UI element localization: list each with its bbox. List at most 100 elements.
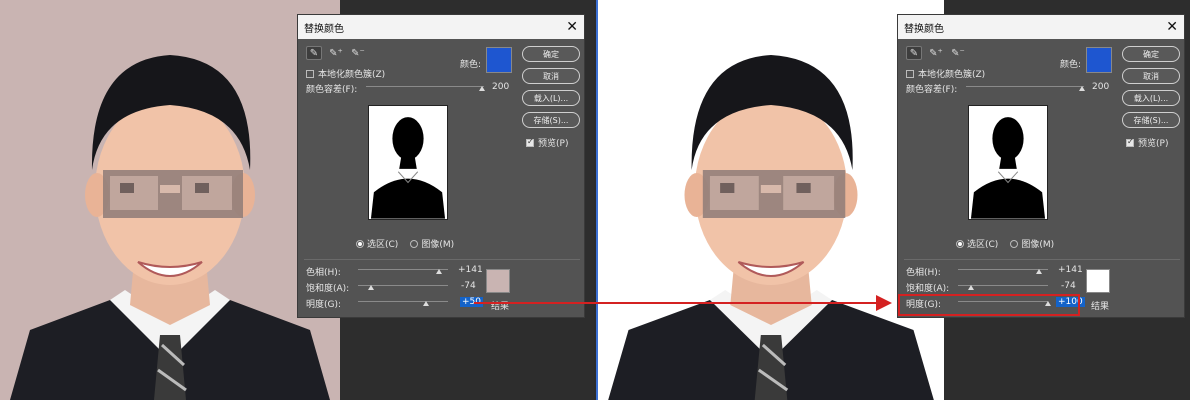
selection-radio-label: 选区(C): [967, 240, 999, 250]
eyedropper-tools: ✎ ✎⁺ ✎⁻: [906, 46, 966, 60]
localized-checkbox[interactable]: [306, 69, 314, 78]
close-icon[interactable]: ✕: [566, 20, 578, 34]
save-button[interactable]: 存储(S)...: [1122, 112, 1180, 128]
hue-value[interactable]: +141: [1058, 265, 1083, 275]
dialog-buttons: 确定 取消 载入(L)... 存储(S)...: [522, 46, 580, 128]
dialog-titlebar: 替换颜色 ✕: [898, 15, 1184, 39]
screenshot: 替换颜色 ✕ ✎ ✎⁺ ✎⁻ 本地化颜色簇(Z) 颜色: 颜色容差(F): 20…: [0, 0, 1190, 400]
lightness-label: 明度(G):: [306, 300, 342, 310]
color-label: 颜色:: [460, 60, 482, 70]
preview-mode: 选区(C) 图像(M): [356, 237, 454, 250]
hue-slider-track[interactable]: [958, 269, 1048, 270]
load-button[interactable]: 载入(L)...: [522, 90, 580, 106]
lightness-highlight-box: [898, 294, 1080, 316]
hue-slider-thumb[interactable]: [1036, 269, 1042, 274]
portrait-illustration: [0, 0, 340, 400]
saturation-value[interactable]: -74: [1061, 281, 1076, 291]
portrait-illustration: [598, 0, 944, 400]
eyedropper-icon[interactable]: ✎: [306, 46, 322, 60]
selection-radio-dot[interactable]: [356, 239, 364, 248]
target-color-swatch[interactable]: [1086, 47, 1112, 73]
dialog-title: 替换颜色: [304, 23, 344, 35]
selection-preview: [368, 105, 448, 220]
saturation-slider-thumb[interactable]: [968, 285, 974, 290]
fuzziness-slider-track[interactable]: [366, 86, 484, 87]
fuzziness-slider-thumb[interactable]: [1079, 86, 1085, 91]
fuzziness-label: 颜色容差(F):: [306, 85, 358, 95]
save-button[interactable]: 存储(S)...: [522, 112, 580, 128]
eyedropper-plus-icon[interactable]: ✎⁺: [328, 46, 344, 60]
image-radio-dot[interactable]: [1010, 239, 1019, 248]
selection-radio[interactable]: 选区(C): [956, 237, 998, 250]
preview-option[interactable]: 预览(P): [1126, 136, 1168, 149]
lightness-value[interactable]: +50: [460, 297, 483, 307]
lightness-slider-thumb[interactable]: [423, 301, 429, 306]
image-radio[interactable]: 图像(M): [410, 237, 454, 250]
preview-label: 预览(P): [1138, 139, 1169, 149]
dialog-titlebar: 替换颜色 ✕: [298, 15, 584, 39]
preview-mode: 选区(C) 图像(M): [956, 237, 1054, 250]
mask-silhouette: [370, 117, 446, 219]
hue-row: 色相(H): +141: [306, 265, 516, 279]
load-button[interactable]: 载入(L)...: [1122, 90, 1180, 106]
hue-row: 色相(H): +141: [906, 265, 1116, 279]
image-radio-dot[interactable]: [410, 239, 419, 248]
selection-radio[interactable]: 选区(C): [356, 237, 398, 250]
selection-preview: [968, 105, 1048, 220]
saturation-value[interactable]: -74: [461, 281, 476, 291]
fuzziness-value[interactable]: 200: [492, 82, 509, 92]
mask-silhouette: [970, 117, 1046, 219]
eyedropper-tools: ✎ ✎⁺ ✎⁻: [306, 46, 366, 60]
fuzziness-value[interactable]: 200: [1092, 82, 1109, 92]
ok-button[interactable]: 确定: [522, 46, 580, 62]
fuzziness-row: 颜色容差(F): 200: [906, 82, 1109, 95]
localized-clusters-option[interactable]: 本地化颜色簇(Z): [306, 67, 385, 80]
saturation-slider-thumb[interactable]: [368, 285, 374, 290]
hue-value[interactable]: +141: [458, 265, 483, 275]
cancel-button[interactable]: 取消: [522, 68, 580, 84]
saturation-label: 饱和度(A):: [306, 284, 350, 294]
close-icon[interactable]: ✕: [1166, 20, 1178, 34]
eyedropper-icon[interactable]: ✎: [906, 46, 922, 60]
dialog-buttons: 确定 取消 载入(L)... 存储(S)...: [1122, 46, 1180, 128]
target-color-swatch[interactable]: [486, 47, 512, 73]
result-label: 结果: [1091, 302, 1110, 312]
preview-option[interactable]: 预览(P): [526, 136, 568, 149]
preview-label: 预览(P): [538, 139, 569, 149]
image-radio[interactable]: 图像(M): [1010, 237, 1054, 250]
localized-label: 本地化颜色簇(Z): [318, 70, 386, 80]
lightness-slider-track[interactable]: [358, 301, 448, 302]
localized-clusters-option[interactable]: 本地化颜色簇(Z): [906, 67, 985, 80]
result-swatch[interactable]: [486, 269, 510, 293]
selection-radio-label: 选区(C): [367, 240, 399, 250]
lightness-row: 明度(G): +50: [306, 297, 516, 311]
fuzziness-label: 颜色容差(F):: [906, 85, 958, 95]
saturation-row: 饱和度(A): -74: [306, 281, 516, 295]
hue-label: 色相(H):: [906, 268, 941, 278]
result-swatch[interactable]: [1086, 269, 1110, 293]
hue-slider-thumb[interactable]: [436, 269, 442, 274]
separator: [304, 259, 580, 260]
dialog-title: 替换颜色: [904, 23, 944, 35]
eyedropper-minus-icon[interactable]: ✎⁻: [350, 46, 366, 60]
color-label: 颜色:: [1060, 60, 1082, 70]
replace-color-dialog: 替换颜色 ✕ ✎ ✎⁺ ✎⁻ 本地化颜色簇(Z) 颜色: 颜色容差(F): 20…: [897, 14, 1185, 318]
fuzziness-slider-track[interactable]: [966, 86, 1084, 87]
preview-checkbox[interactable]: [526, 137, 534, 147]
localized-checkbox[interactable]: [906, 69, 914, 78]
eyedropper-minus-icon[interactable]: ✎⁻: [950, 46, 966, 60]
replace-color-dialog: 替换颜色 ✕ ✎ ✎⁺ ✎⁻ 本地化颜色簇(Z) 颜色: 颜色容差(F): 20…: [297, 14, 585, 318]
selection-radio-dot[interactable]: [956, 239, 964, 248]
localized-label: 本地化颜色簇(Z): [918, 70, 986, 80]
cancel-button[interactable]: 取消: [1122, 68, 1180, 84]
left-panel: 替换颜色 ✕ ✎ ✎⁺ ✎⁻ 本地化颜色簇(Z) 颜色: 颜色容差(F): 20…: [0, 0, 594, 400]
ok-button[interactable]: 确定: [1122, 46, 1180, 62]
saturation-label: 饱和度(A):: [906, 284, 950, 294]
preview-checkbox[interactable]: [1126, 137, 1134, 147]
portrait-photo-left: [0, 0, 340, 400]
hue-slider-track[interactable]: [358, 269, 448, 270]
eyedropper-plus-icon[interactable]: ✎⁺: [928, 46, 944, 60]
fuzziness-slider-thumb[interactable]: [479, 86, 485, 91]
portrait-photo-right: [598, 0, 944, 400]
fuzziness-row: 颜色容差(F): 200: [306, 82, 509, 95]
